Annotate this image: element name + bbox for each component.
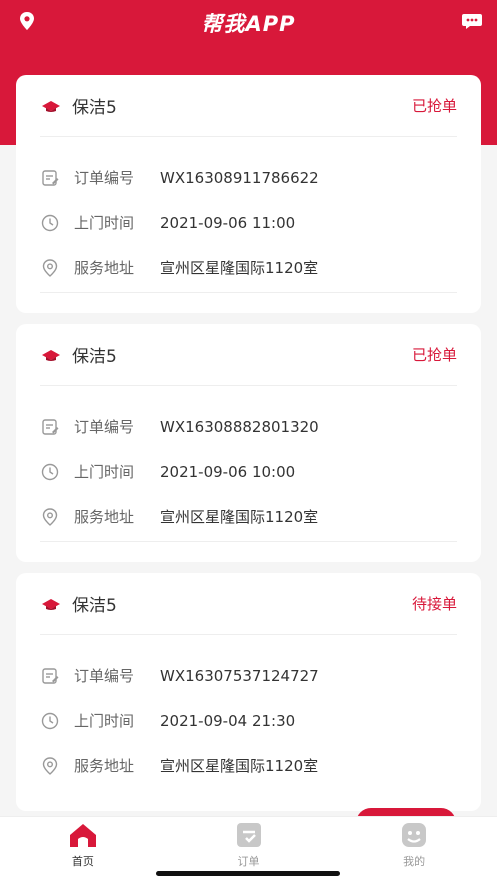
cleaning-cap-icon xyxy=(42,598,60,610)
status-badge: 待接单 xyxy=(411,595,457,613)
chat-bubble-icon[interactable] xyxy=(461,10,483,32)
visit-time-value: 2021-09-04 21:30 xyxy=(160,711,296,730)
location-icon xyxy=(42,756,58,775)
address-label: 服务地址 xyxy=(74,757,135,775)
order-number-label: 订单编号 xyxy=(74,667,135,685)
document-edit-icon xyxy=(42,169,59,186)
cleaning-cap-icon xyxy=(42,100,60,112)
order-number-row: 订单编号 WX16308882801320 xyxy=(40,404,457,449)
order-number-row: 订单编号 WX16308911786622 xyxy=(40,155,457,200)
visit-time-label: 上门时间 xyxy=(74,214,135,232)
tab-profile[interactable]: 我的 xyxy=(331,817,497,883)
order-card[interactable]: 保洁5 已抢单 订单编号 WX16308911786622 上门时间 2021-… xyxy=(16,75,481,313)
tab-profile-label: 我的 xyxy=(403,855,426,868)
address-label: 服务地址 xyxy=(74,259,135,277)
clock-icon xyxy=(41,712,59,729)
status-badge: 已抢单 xyxy=(411,346,457,364)
document-edit-icon xyxy=(42,667,59,684)
cleaning-cap-icon xyxy=(42,349,60,361)
order-card-header: 保洁5 待接单 xyxy=(40,573,457,635)
address-label: 服务地址 xyxy=(74,508,135,526)
address-value: 宣州区星隆国际1120室 xyxy=(160,757,319,775)
profile-icon xyxy=(402,823,427,847)
tab-home[interactable]: 首页 xyxy=(0,817,166,883)
order-number-label: 订单编号 xyxy=(74,169,135,187)
address-row: 服务地址 宣州区星隆国际1120室 xyxy=(40,494,457,539)
tab-orders-label: 订单 xyxy=(237,855,260,868)
service-name: 保洁5 xyxy=(72,347,117,367)
location-icon xyxy=(42,258,58,277)
clock-icon xyxy=(41,214,59,231)
visit-time-row: 上门时间 2021-09-06 11:00 xyxy=(40,200,457,245)
visit-time-value: 2021-09-06 10:00 xyxy=(160,462,296,481)
order-number-row: 订单编号 WX16307537124727 xyxy=(40,653,457,698)
app-title: 帮我APP xyxy=(201,12,296,36)
order-number-value: WX16307537124727 xyxy=(160,666,319,685)
order-card-header: 保洁5 已抢单 xyxy=(40,75,457,137)
service-name: 保洁5 xyxy=(72,596,117,616)
home-indicator xyxy=(156,871,340,876)
visit-time-value: 2021-09-06 11:00 xyxy=(160,213,296,232)
home-icon xyxy=(69,824,96,847)
document-edit-icon xyxy=(42,418,59,435)
address-row: 服务地址 宣州区星隆国际1120室 xyxy=(40,743,457,788)
location-icon xyxy=(42,507,58,526)
status-badge: 已抢单 xyxy=(411,97,457,115)
visit-time-row: 上门时间 2021-09-04 21:30 xyxy=(40,698,457,743)
order-list: 保洁5 已抢单 订单编号 WX16308911786622 上门时间 2021-… xyxy=(16,75,481,822)
visit-time-row: 上门时间 2021-09-06 10:00 xyxy=(40,449,457,494)
service-name: 保洁5 xyxy=(72,98,117,118)
order-card-header: 保洁5 已抢单 xyxy=(40,324,457,386)
tab-home-label: 首页 xyxy=(71,855,94,868)
order-number-value: WX16308882801320 xyxy=(160,417,319,436)
order-card[interactable]: 保洁5 待接单 订单编号 WX16307537124727 上门时间 2021-… xyxy=(16,573,481,811)
address-row: 服务地址 宣州区星隆国际1120室 xyxy=(40,245,457,290)
divider xyxy=(40,292,457,293)
order-number-value: WX16308911786622 xyxy=(160,168,319,187)
order-icon xyxy=(236,823,261,847)
visit-time-label: 上门时间 xyxy=(74,712,135,730)
order-number-label: 订单编号 xyxy=(74,418,135,436)
divider xyxy=(40,541,457,542)
address-value: 宣州区星隆国际1120室 xyxy=(160,508,319,526)
visit-time-label: 上门时间 xyxy=(74,463,135,481)
order-card[interactable]: 保洁5 已抢单 订单编号 WX16308882801320 上门时间 2021-… xyxy=(16,324,481,562)
address-value: 宣州区星隆国际1120室 xyxy=(160,259,319,277)
clock-icon xyxy=(41,463,59,480)
